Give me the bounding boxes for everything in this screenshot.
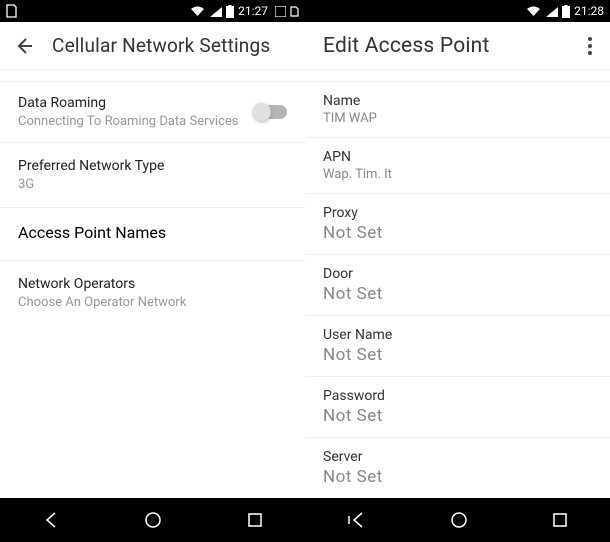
page-title: Edit Access Point (319, 34, 584, 58)
sim-icon (6, 4, 17, 18)
apn-title: Access Point Names (18, 223, 287, 242)
roaming-title: Data Roaming (18, 95, 255, 111)
field-name[interactable]: Name TIM WAP (305, 82, 610, 138)
field-server[interactable]: Server Not Set (305, 438, 610, 498)
apn-row[interactable]: Access Point Names (0, 208, 305, 261)
network-type-value: 3G (18, 177, 287, 192)
username-label: User Name (323, 327, 592, 343)
gap (305, 70, 610, 82)
status-bar-left: 21:27 (0, 0, 305, 22)
signal-icon (209, 6, 222, 17)
wifi-icon (526, 6, 541, 17)
status-time: 21:27 (238, 4, 268, 18)
operators-row[interactable]: Network Operators Choose An Operator Net… (0, 261, 305, 325)
nav-home[interactable] (127, 502, 179, 538)
back-button[interactable] (14, 36, 34, 56)
server-value: Not Set (323, 467, 592, 487)
battery-icon (226, 5, 234, 18)
field-door[interactable]: Door Not Set (305, 255, 610, 316)
right-pane: 21:28 Edit Access Point Name TIM WAP APN… (305, 0, 610, 542)
name-label: Name (323, 93, 592, 109)
battery-icon (562, 5, 570, 18)
password-label: Password (323, 388, 592, 404)
nav-bar-left (0, 498, 305, 542)
roaming-toggle[interactable] (255, 105, 287, 119)
status-bar-right: 21:28 (305, 0, 610, 22)
password-value: Not Set (323, 406, 592, 426)
network-type-title: Preferred Network Type (18, 158, 287, 174)
header-right: Edit Access Point (305, 22, 610, 70)
proxy-value: Not Set (323, 223, 592, 243)
sim-icon-2 (290, 6, 299, 17)
page-title: Cellular Network Settings (52, 34, 291, 57)
right-content: Name TIM WAP APN Wap. Tim. It Proxy Not … (305, 70, 610, 498)
nav-back[interactable] (25, 502, 77, 538)
door-value: Not Set (323, 284, 592, 304)
nav-back[interactable] (330, 502, 384, 538)
field-proxy[interactable]: Proxy Not Set (305, 194, 610, 255)
username-value: Not Set (323, 345, 592, 365)
proxy-label: Proxy (323, 205, 592, 221)
apn-label: APN (323, 149, 592, 165)
wifi-icon (190, 6, 205, 17)
door-label: Door (323, 266, 592, 282)
data-roaming-row[interactable]: Data Roaming Connecting To Roaming Data … (0, 82, 305, 143)
field-username[interactable]: User Name Not Set (305, 316, 610, 377)
roaming-sub: Connecting To Roaming Data Services (18, 114, 255, 129)
header-left: Cellular Network Settings (0, 22, 305, 70)
more-button[interactable] (584, 33, 596, 59)
name-value: TIM WAP (323, 111, 592, 126)
apn-value: Wap. Tim. It (323, 167, 592, 182)
nav-bar-right (305, 498, 610, 542)
nav-home[interactable] (433, 502, 485, 538)
left-content: Data Roaming Connecting To Roaming Data … (0, 70, 305, 498)
nav-recent[interactable] (230, 503, 280, 537)
operators-sub: Choose An Operator Network (18, 295, 287, 310)
operators-title: Network Operators (18, 276, 287, 292)
toggle-thumb (253, 103, 271, 121)
left-pane: 21:27 Cellular Network Settings Data Roa… (0, 0, 305, 542)
field-apn[interactable]: APN Wap. Tim. It (305, 138, 610, 194)
field-password[interactable]: Password Not Set (305, 377, 610, 438)
network-type-row[interactable]: Preferred Network Type 3G (0, 143, 305, 208)
screenshot-icon (275, 6, 286, 17)
status-time: 21:28 (574, 4, 604, 18)
nav-recent[interactable] (535, 503, 585, 537)
gap (0, 70, 305, 82)
signal-icon (545, 6, 558, 17)
server-label: Server (323, 449, 592, 465)
